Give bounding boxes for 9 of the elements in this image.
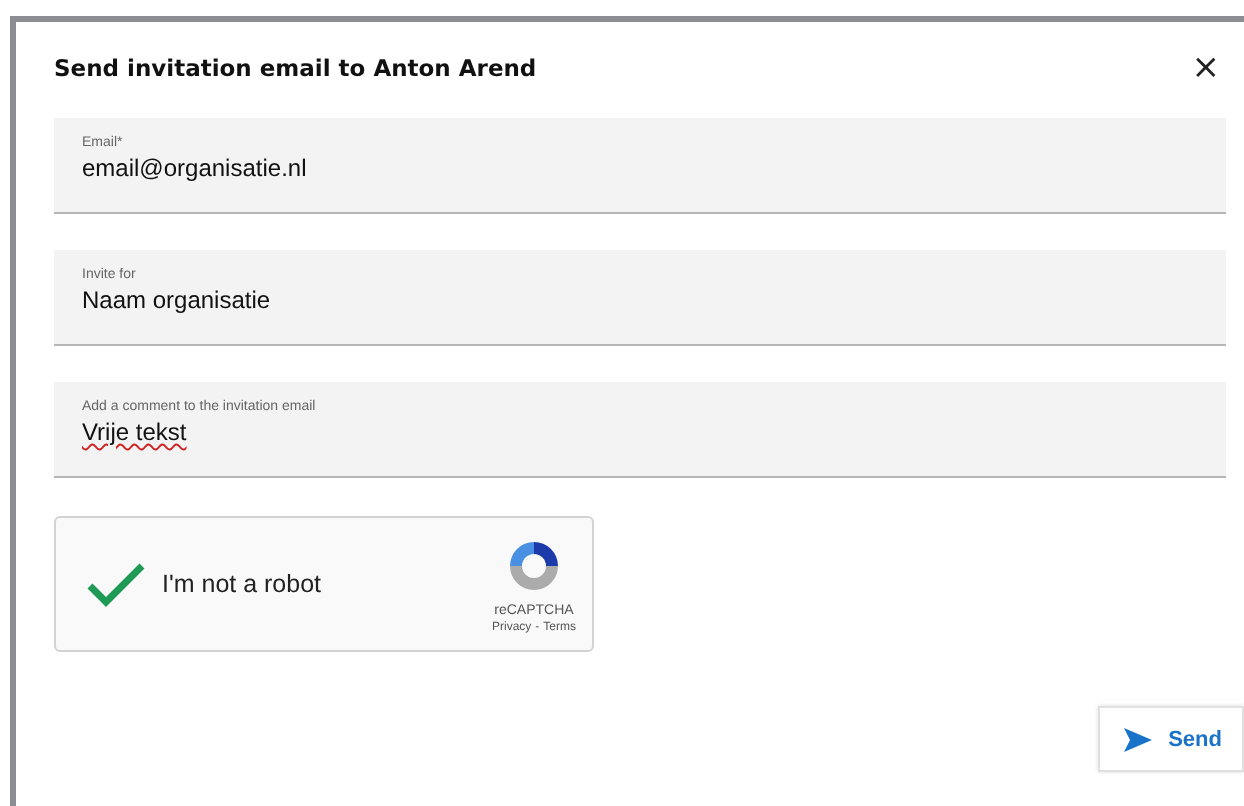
send-button[interactable]: Send — [1098, 706, 1244, 772]
dialog-title: Send invitation email to Anton Arend — [54, 54, 537, 82]
captcha-label: I'm not a robot — [162, 570, 324, 598]
field-value: Vrije tekst — [82, 418, 187, 446]
close-button[interactable]: × — [1183, 48, 1228, 88]
send-icon — [1124, 727, 1153, 751]
field-value: email@organisatie.nl — [82, 154, 307, 182]
checkmark-icon[interactable] — [86, 560, 146, 608]
field-value: Naam organisatie — [82, 286, 271, 314]
